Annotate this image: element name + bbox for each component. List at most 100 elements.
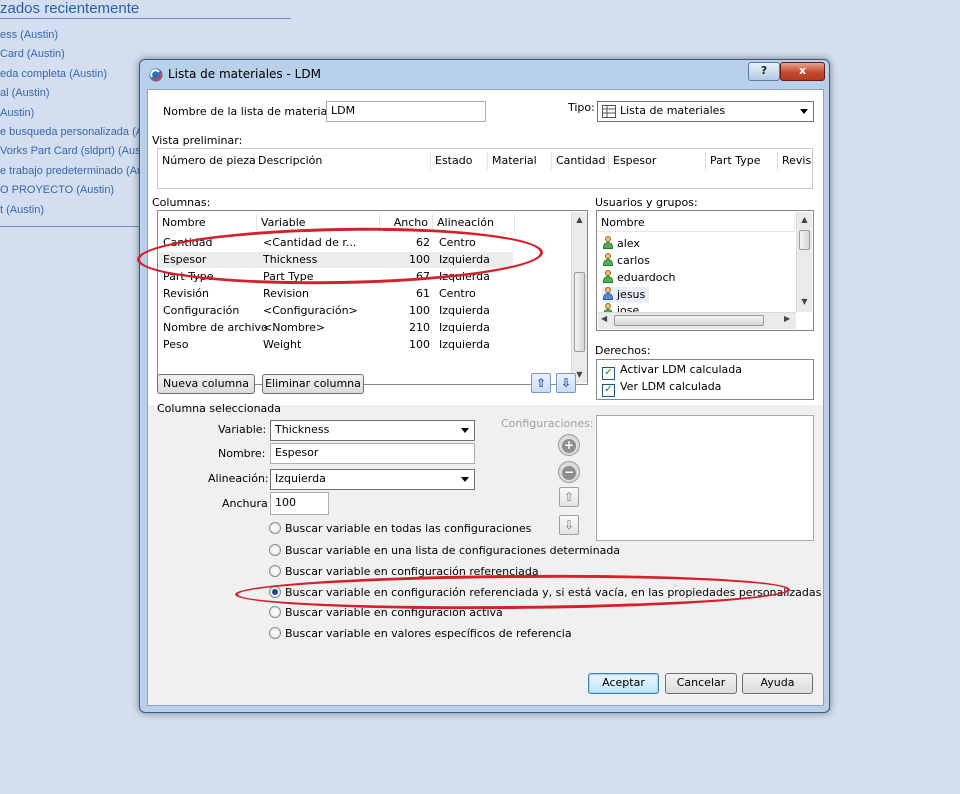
configurations-list[interactable] bbox=[596, 415, 814, 541]
table-row[interactable]: Espesor Thickness 100 Izquierda bbox=[159, 252, 513, 268]
radio-icon[interactable] bbox=[269, 544, 281, 556]
recent-item[interactable]: Austin) bbox=[0, 104, 143, 123]
recent-item[interactable]: eda completa (Austin) bbox=[0, 65, 143, 84]
accept-button[interactable]: Aceptar bbox=[588, 673, 659, 694]
rights-item[interactable]: ✓ Activar LDM calculada bbox=[602, 362, 742, 380]
cell-align: Izquierda bbox=[439, 270, 490, 283]
columns-header[interactable]: Ancho bbox=[380, 214, 433, 232]
cell-width: 100 bbox=[409, 253, 430, 266]
cell-variable: Part Type bbox=[263, 270, 314, 283]
radio-option[interactable]: Buscar variable en configuración activa bbox=[269, 605, 503, 621]
radio-option[interactable]: Buscar variable en valores específicos d… bbox=[269, 626, 572, 642]
table-row[interactable]: Configuración <Configuración> 100 Izquie… bbox=[159, 303, 571, 319]
cell-align: Centro bbox=[439, 236, 476, 249]
recent-item[interactable]: e trabajo predeterminado (Au bbox=[0, 162, 143, 181]
cell-width: 61 bbox=[416, 287, 430, 300]
radio-icon[interactable] bbox=[269, 522, 281, 534]
help-button[interactable]: Ayuda bbox=[742, 673, 813, 694]
delete-column-button[interactable]: Eliminar columna bbox=[262, 374, 364, 394]
type-value: Lista de materiales bbox=[620, 104, 726, 117]
variable-select[interactable]: Thickness bbox=[270, 420, 475, 441]
list-item[interactable]: eduardoch bbox=[602, 270, 676, 286]
columns-scrollbar[interactable]: ▲ ▼ bbox=[571, 212, 587, 383]
bom-table-icon bbox=[602, 105, 616, 118]
radio-icon[interactable] bbox=[269, 606, 281, 618]
name-field[interactable]: Espesor bbox=[270, 443, 475, 464]
table-row[interactable]: Cantidad <Cantidad de r... 62 Centro bbox=[159, 235, 571, 251]
cell-align: Izquierda bbox=[439, 338, 490, 351]
scroll-thumb[interactable] bbox=[574, 272, 585, 352]
help-icon[interactable]: ? bbox=[748, 62, 780, 81]
recent-item[interactable]: t (Austin) bbox=[0, 201, 143, 220]
columns-header[interactable]: Nombre bbox=[158, 214, 257, 232]
bom-name-input[interactable]: LDM bbox=[326, 101, 486, 122]
radio-selected-icon[interactable] bbox=[269, 586, 281, 598]
preview-col: Espesor bbox=[609, 152, 706, 170]
columns-header[interactable]: Variable bbox=[257, 214, 380, 232]
cancel-button[interactable]: Cancelar bbox=[665, 673, 737, 694]
table-row[interactable]: Peso Weight 100 Izquierda bbox=[159, 337, 571, 353]
move-up-button[interactable]: ⇧ bbox=[531, 373, 551, 393]
alignment-select[interactable]: Izquierda bbox=[270, 469, 475, 490]
selected-column-label: Columna seleccionada bbox=[157, 402, 282, 415]
recent-item[interactable]: ess (Austin) bbox=[0, 26, 143, 45]
scroll-left-icon[interactable]: ◀ bbox=[601, 314, 607, 323]
cell-variable: <Nombre> bbox=[263, 321, 326, 334]
type-select[interactable]: Lista de materiales bbox=[597, 101, 814, 122]
cell-width: 62 bbox=[416, 236, 430, 249]
chevron-down-icon bbox=[461, 477, 469, 482]
close-button[interactable]: x bbox=[780, 62, 825, 81]
bom-name-label: Nombre de la lista de materiales: bbox=[163, 105, 347, 118]
radio-option[interactable]: Buscar variable en todas las configuraci… bbox=[269, 521, 531, 537]
preview-col: Revis bbox=[782, 154, 812, 167]
cell-variable: Weight bbox=[263, 338, 302, 351]
recent-item[interactable]: e busqueda personalizada (A bbox=[0, 123, 143, 142]
recent-item[interactable]: Card (Austin) bbox=[0, 45, 143, 64]
scroll-right-icon[interactable]: ▶ bbox=[784, 314, 790, 323]
chevron-down-icon bbox=[800, 109, 808, 114]
radio-option[interactable]: Buscar variable en configuración referen… bbox=[269, 564, 539, 580]
users-scrollbar-v[interactable]: ▲ ▼ bbox=[796, 212, 812, 312]
move-down-button[interactable]: ⇩ bbox=[556, 373, 576, 393]
radio-icon[interactable] bbox=[269, 627, 281, 639]
cell-name: Cantidad bbox=[163, 236, 213, 249]
bom-dialog: Lista de materiales - LDM ? x Nombre de … bbox=[139, 59, 830, 713]
users-scrollbar-h[interactable]: ◀ ▶ bbox=[598, 312, 796, 329]
title-bar[interactable]: Lista de materiales - LDM ? x bbox=[140, 60, 829, 88]
scroll-up-icon[interactable]: ▲ bbox=[572, 212, 587, 227]
table-row[interactable]: Part Type Part Type 67 Izquierda bbox=[159, 269, 571, 285]
remove-icon[interactable]: − bbox=[558, 461, 580, 483]
radio-icon[interactable] bbox=[269, 565, 281, 577]
recent-item[interactable]: al (Austin) bbox=[0, 84, 143, 103]
user-icon bbox=[602, 270, 614, 283]
scroll-thumb[interactable] bbox=[799, 230, 810, 250]
rights-item[interactable]: ✓ Ver LDM calculada bbox=[602, 379, 721, 397]
config-down-icon[interactable]: ⇩ bbox=[559, 515, 579, 535]
scroll-down-icon[interactable]: ▼ bbox=[797, 294, 812, 309]
list-item[interactable]: jesus bbox=[602, 287, 650, 303]
config-up-icon[interactable]: ⇧ bbox=[559, 487, 579, 507]
radio-option[interactable]: Buscar variable en una lista de configur… bbox=[269, 543, 620, 559]
recent-item[interactable]: O PROYECTO (Austin) bbox=[0, 181, 143, 200]
users-list[interactable]: Nombre alex carlos eduardoch jesus jose … bbox=[596, 210, 814, 331]
recent-item[interactable]: Vorks Part Card (sldprt) (Aus bbox=[0, 142, 143, 161]
table-row[interactable]: Nombre de archivo <Nombre> 210 Izquierda bbox=[159, 320, 571, 336]
list-item[interactable]: alex bbox=[602, 236, 640, 252]
app-icon bbox=[149, 68, 163, 82]
list-item[interactable]: jose bbox=[602, 303, 639, 312]
new-column-button[interactable]: Nueva columna bbox=[157, 374, 255, 394]
radio-option[interactable]: Buscar variable en configuración referen… bbox=[269, 585, 821, 601]
scroll-thumb[interactable] bbox=[614, 315, 764, 326]
user-icon bbox=[602, 287, 614, 300]
width-field[interactable]: 100 bbox=[270, 492, 329, 515]
table-row[interactable]: Revisión Revision 61 Centro bbox=[159, 286, 571, 302]
checkbox-checked-icon[interactable]: ✓ bbox=[602, 384, 615, 397]
user-name: alex bbox=[617, 237, 640, 250]
users-label: Usuarios y grupos: bbox=[595, 196, 698, 209]
columns-table[interactable]: Nombre Variable Ancho Alineación Cantida… bbox=[157, 210, 588, 385]
columns-header[interactable]: Alineación bbox=[433, 214, 515, 232]
add-icon[interactable]: + bbox=[558, 434, 580, 456]
list-item[interactable]: carlos bbox=[602, 253, 650, 269]
scroll-up-icon[interactable]: ▲ bbox=[797, 212, 812, 227]
users-header[interactable]: Nombre bbox=[597, 214, 795, 232]
